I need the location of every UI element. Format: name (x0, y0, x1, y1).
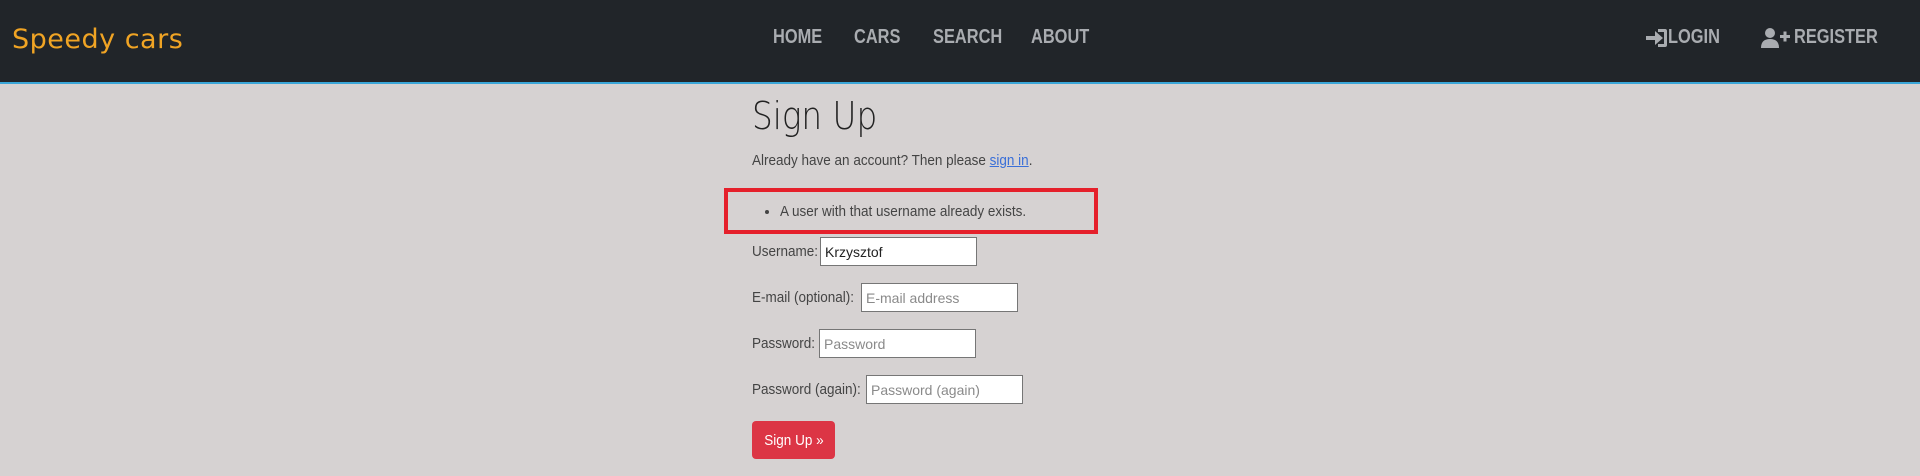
error-list: A user with that username already exists… (728, 203, 1094, 220)
login-label: LOGIN (1668, 26, 1721, 48)
auth-nav: LOGIN REGISTER (1644, 26, 1896, 49)
error-box: A user with that username already exists… (724, 188, 1098, 234)
signup-submit-button[interactable]: Sign Up » (752, 421, 835, 459)
signin-prompt-text: Already have an account? Then please (752, 152, 990, 169)
main-nav: HOME CARS SEARCH ABOUT (773, 26, 1102, 49)
register-link[interactable]: REGISTER (1760, 26, 1896, 49)
email-input[interactable] (861, 283, 1018, 312)
user-plus-icon (1760, 27, 1792, 49)
signin-link[interactable]: sign in (990, 152, 1029, 169)
error-message: A user with that username already exists… (780, 203, 1094, 220)
sign-in-icon (1644, 27, 1668, 49)
username-input[interactable] (820, 237, 977, 266)
login-link[interactable]: LOGIN (1644, 26, 1731, 49)
email-row: E-mail (optional): (752, 283, 1018, 312)
navbar: Speedy cars HOME CARS SEARCH ABOUT LOGIN (0, 0, 1920, 84)
password2-input[interactable] (866, 375, 1023, 404)
email-label: E-mail (optional): (752, 289, 855, 306)
username-row: Username: (752, 237, 977, 266)
signup-content: Sign Up Already have an account? Then pl… (724, 90, 1312, 459)
nav-home[interactable]: HOME (773, 26, 822, 49)
nav-about[interactable]: ABOUT (1031, 26, 1089, 49)
password-label: Password: (752, 335, 816, 352)
password-input[interactable] (819, 329, 976, 358)
password2-row: Password (again): (752, 375, 1023, 404)
error-message-text: A user with that username already exists… (780, 203, 1027, 220)
signin-prompt: Already have an account? Then please sig… (752, 152, 1032, 169)
nav-cars[interactable]: CARS (854, 26, 900, 49)
signup-submit-label: Sign Up » (763, 431, 824, 449)
signin-prompt-suffix: . (1028, 152, 1033, 169)
nav-search[interactable]: SEARCH (933, 26, 1002, 49)
password2-label: Password (again): (752, 381, 861, 398)
register-label: REGISTER (1793, 26, 1878, 48)
username-label: Username: (752, 243, 819, 260)
password-row: Password: (752, 329, 976, 358)
page-title: Sign Up (752, 94, 878, 138)
brand-logo[interactable]: Speedy cars (12, 24, 183, 55)
